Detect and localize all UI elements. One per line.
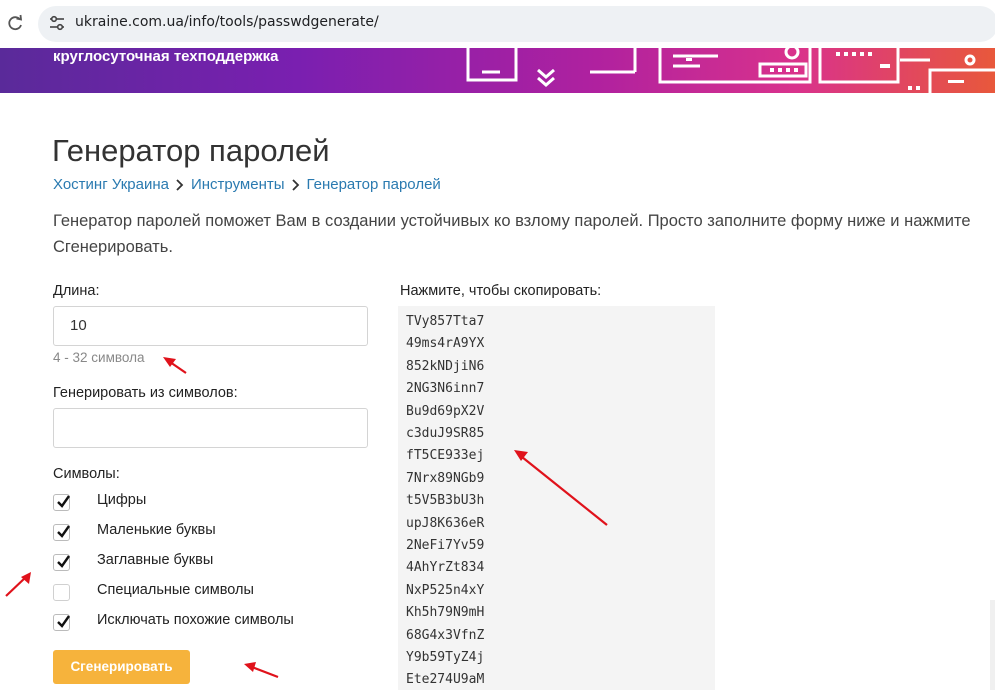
special-checkbox[interactable] [53, 583, 70, 601]
checkmark-icon [57, 554, 70, 568]
password-item[interactable]: 2NG3N6inn7 [406, 381, 484, 396]
password-item[interactable]: Ete274U9aM [406, 672, 484, 687]
chevron-right-icon [291, 178, 299, 191]
option-special[interactable]: Специальные символы [53, 581, 254, 603]
server-illustration [466, 48, 995, 93]
length-label: Длина: [53, 283, 100, 299]
password-item[interactable]: t5V5B3bU3h [406, 493, 484, 508]
breadcrumb-current-page[interactable]: Генератор паролей [307, 176, 441, 193]
page-title: Генератор паролей [52, 133, 330, 168]
browser-toolbar: ukraine.com.ua/info/tools/passwdgenerate… [0, 0, 995, 48]
password-item[interactable]: TVy857Tta7 [406, 314, 484, 329]
chevron-right-icon [176, 178, 184, 191]
charset-label: Генерировать из символов: [53, 385, 238, 401]
breadcrumb-link-tools[interactable]: Инструменты [191, 176, 285, 193]
exclude-similar-label[interactable]: Исключать похожие символы [97, 612, 294, 628]
promo-banner: круглосуточная техподдержка [0, 48, 995, 93]
exclude-similar-checkbox[interactable] [53, 613, 70, 631]
breadcrumb: Хостинг Украина Инструменты Генератор па… [53, 176, 441, 193]
checkmark-icon [57, 524, 70, 538]
password-item[interactable]: 68G4x3VfnZ [406, 628, 484, 643]
annotation-arrow-checkboxes [5, 576, 27, 597]
password-item[interactable]: 852kNDjiN6 [406, 359, 484, 374]
password-item[interactable]: Kh5h79N9mH [406, 605, 484, 620]
url-text[interactable]: ukraine.com.ua/info/tools/passwdgenerate… [75, 14, 379, 30]
password-item[interactable]: fT5CE933ej [406, 448, 484, 463]
site-settings-icon[interactable] [48, 15, 66, 31]
length-input[interactable]: 10 [53, 306, 368, 346]
annotation-arrow-button [251, 665, 279, 679]
copy-hint: Нажмите, чтобы скопировать: [400, 283, 602, 299]
password-item[interactable]: 7Nrx89NGb9 [406, 471, 484, 486]
checkmark-icon [57, 494, 70, 508]
password-item[interactable]: 49ms4rA9YX [406, 336, 484, 351]
uppercase-label[interactable]: Заглавные буквы [97, 552, 213, 568]
generate-button[interactable]: Сгенерировать [53, 650, 190, 684]
lowercase-label[interactable]: Маленькие буквы [97, 522, 216, 538]
password-item[interactable]: Y9b59TyZ4j [406, 650, 484, 665]
banner-text: круглосуточная техподдержка [53, 48, 279, 65]
password-item[interactable]: 4AhYrZt834 [406, 560, 484, 575]
annotation-arrowhead-hint [163, 357, 176, 367]
reload-icon[interactable] [6, 14, 24, 32]
annotation-arrow-hint [169, 361, 187, 374]
annotation-arrowhead-checkboxes [21, 572, 31, 584]
password-item[interactable]: c3duJ9SR85 [406, 426, 484, 441]
option-uppercase[interactable]: Заглавные буквы [53, 551, 213, 573]
uppercase-checkbox[interactable] [53, 553, 70, 571]
option-digits[interactable]: Цифры [53, 491, 146, 513]
password-item[interactable]: 2NeFi7Yv59 [406, 538, 484, 553]
password-item[interactable]: NxP525n4xY [406, 583, 484, 598]
symbols-label: Символы: [53, 466, 120, 482]
password-item[interactable]: Bu9d69pX2V [406, 404, 484, 419]
password-item[interactable]: upJ8K636eR [406, 516, 484, 531]
checkmark-icon [57, 614, 70, 628]
length-hint: 4 - 32 символа [53, 350, 145, 365]
charset-input[interactable] [53, 408, 368, 448]
annotation-arrowhead-button [244, 662, 256, 672]
lowercase-checkbox[interactable] [53, 523, 70, 541]
option-exclude-similar[interactable]: Исключать похожие символы [53, 611, 294, 633]
special-label[interactable]: Специальные символы [97, 582, 254, 598]
option-lowercase[interactable]: Маленькие буквы [53, 521, 216, 543]
scrollbar-track[interactable] [990, 600, 995, 690]
digits-checkbox[interactable] [53, 493, 70, 511]
breadcrumb-link-hosting[interactable]: Хостинг Украина [53, 176, 169, 193]
digits-label[interactable]: Цифры [97, 492, 146, 508]
intro-text: Генератор паролей поможет Вам в создании… [53, 212, 971, 256]
